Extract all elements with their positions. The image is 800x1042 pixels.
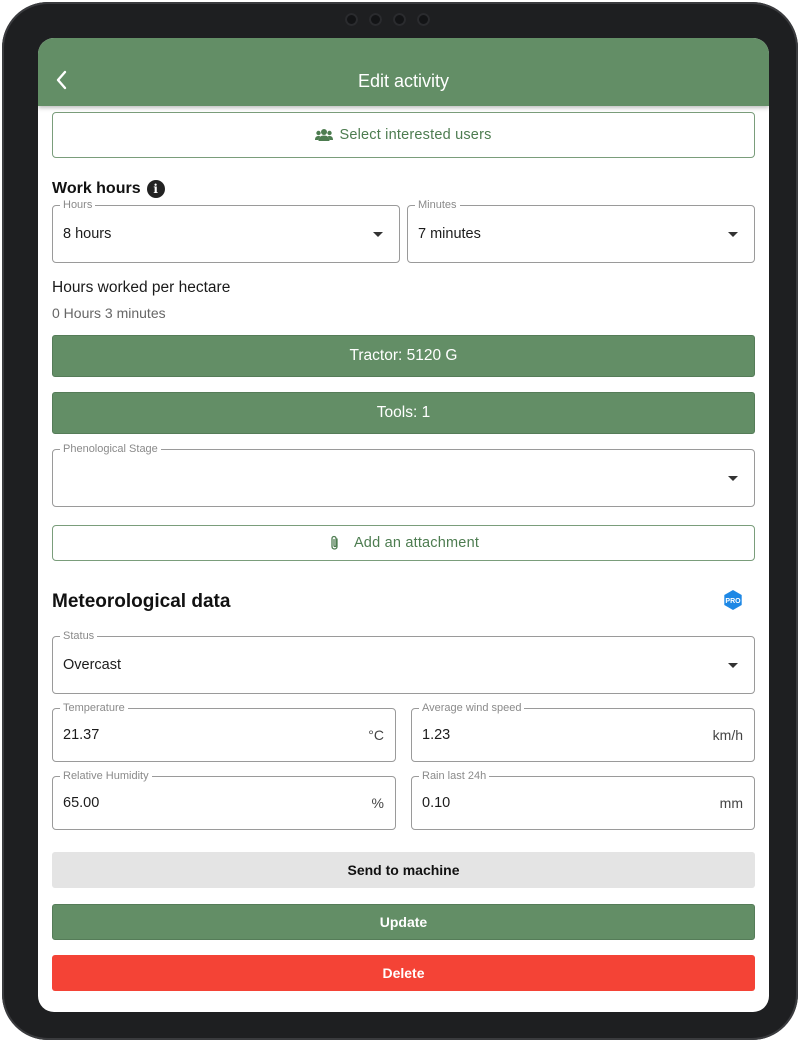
minutes-select[interactable]: Minutes 7 minutes: [407, 199, 755, 263]
activity-form: Select interested users Work hours i Hou…: [38, 38, 769, 1012]
page-title: Edit activity: [357, 71, 450, 91]
weather-status-select[interactable]: Status Overcast: [52, 630, 755, 694]
tractor-button[interactable]: Tractor: 5120 G: [52, 335, 755, 377]
hours-value: 8 hours: [63, 226, 112, 242]
hours-per-hectare-value: 0 Hours 3 minutes: [52, 305, 166, 321]
users-icon: [315, 129, 334, 141]
rain-field[interactable]: Rain last 24h 0.10 mm: [411, 770, 755, 830]
send-to-machine-label: Send to machine: [347, 862, 460, 878]
add-attachment-label: Add an attachment: [353, 535, 480, 551]
update-label: Update: [379, 914, 428, 930]
app-screen: Select interested users Work hours i Hou…: [38, 38, 769, 1012]
caret-down-icon: [728, 232, 738, 237]
wind-speed-unit: km/h: [712, 727, 743, 743]
select-interested-users-button[interactable]: Select interested users: [52, 112, 755, 158]
delete-label: Delete: [382, 965, 425, 981]
hours-legend: Hours: [60, 199, 96, 211]
caret-down-icon: [373, 232, 383, 237]
tools-button[interactable]: Tools: 1: [52, 392, 755, 434]
status-legend: Status: [60, 630, 98, 642]
caret-down-icon: [728, 663, 738, 668]
info-icon[interactable]: i: [146, 180, 165, 198]
app-header: Edit activity: [38, 38, 769, 106]
temperature-unit: °C: [368, 727, 384, 743]
hours-per-hectare-title: Hours worked per hectare: [52, 279, 231, 296]
status-value: Overcast: [63, 657, 122, 673]
humidity-legend: Relative Humidity: [60, 770, 152, 782]
rain-unit: mm: [719, 795, 743, 811]
update-button[interactable]: Update: [52, 904, 755, 940]
hours-select[interactable]: Hours 8 hours: [52, 199, 400, 263]
minutes-legend: Minutes: [415, 199, 460, 211]
temperature-field[interactable]: Temperature 21.37 °C: [52, 702, 396, 762]
humidity-field[interactable]: Relative Humidity 65.00 %: [52, 770, 396, 830]
meteorological-data-title: Meteorological data: [52, 591, 231, 612]
rain-legend: Rain last 24h: [419, 770, 490, 782]
humidity-unit: %: [371, 795, 384, 811]
wind-speed-value: 1.23: [422, 727, 451, 743]
delete-button[interactable]: Delete: [52, 955, 755, 991]
temperature-value: 21.37: [63, 727, 100, 743]
tractor-label: Tractor: 5120 G: [349, 347, 458, 364]
wind-speed-legend: Average wind speed: [419, 702, 525, 714]
select-interested-users-label: Select interested users: [339, 127, 492, 143]
minutes-value: 7 minutes: [418, 226, 481, 242]
work-hours-title: Work hours: [52, 180, 141, 197]
paperclip-icon: [331, 535, 338, 550]
work-hours-heading: Work hours i: [52, 180, 165, 198]
pro-badge-icon[interactable]: PRO: [722, 589, 744, 611]
phenological-stage-select[interactable]: Phenological Stage: [52, 443, 755, 507]
tools-label: Tools: 1: [376, 404, 431, 421]
wind-speed-field[interactable]: Average wind speed 1.23 km/h: [411, 702, 755, 762]
tablet-frame: Select interested users Work hours i Hou…: [2, 2, 798, 1040]
pro-badge-label: PRO: [725, 598, 741, 605]
humidity-value: 65.00: [63, 795, 100, 811]
add-attachment-button[interactable]: Add an attachment: [52, 525, 755, 561]
camera-sensors: [345, 13, 463, 27]
send-to-machine-button[interactable]: Send to machine: [52, 852, 755, 888]
caret-down-icon: [728, 476, 738, 481]
temperature-legend: Temperature: [60, 702, 128, 714]
phenological-stage-legend: Phenological Stage: [60, 443, 161, 455]
rain-value: 0.10: [422, 795, 451, 811]
